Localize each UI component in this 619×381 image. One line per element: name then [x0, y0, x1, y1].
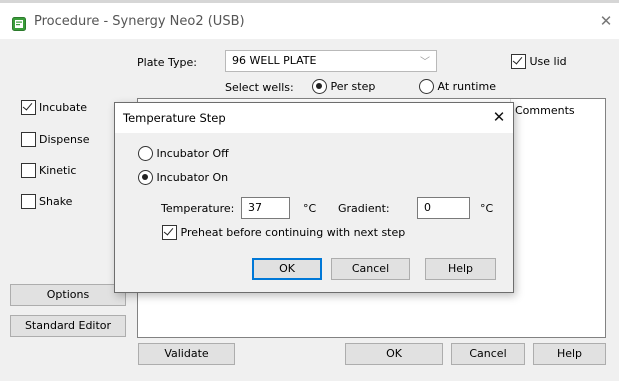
- incubate-label: Incubate: [39, 101, 88, 114]
- procedure-ok-button[interactable]: OK: [345, 343, 443, 365]
- incubator-off-radio[interactable]: Incubator Off: [138, 146, 229, 161]
- kinetic-check-icon: [21, 163, 36, 178]
- per-step-radio-icon: [312, 79, 327, 94]
- shake-checkbox[interactable]: Shake: [21, 194, 72, 210]
- select-wells-label: Select wells:: [225, 81, 294, 94]
- plate-type-select[interactable]: 96 WELL PLATE ﹀: [225, 50, 437, 72]
- incubator-on-label: Incubator On: [156, 171, 229, 184]
- temperature-step-dialog: Temperature Step ✕ Incubator Off Incubat…: [114, 102, 514, 293]
- incubator-off-label: Incubator Off: [156, 147, 229, 160]
- plate-type-value: 96 WELL PLATE: [232, 54, 317, 67]
- incubate-checkbox[interactable]: Incubate: [21, 100, 87, 116]
- dispense-checkbox[interactable]: Dispense: [21, 132, 89, 148]
- incubator-off-radio-icon: [138, 146, 153, 161]
- validate-button[interactable]: Validate: [138, 343, 235, 365]
- preheat-checkbox[interactable]: Preheat before continuing with next step: [162, 225, 405, 240]
- procedure-app-icon: [12, 17, 26, 31]
- procedure-help-button[interactable]: Help: [533, 343, 606, 365]
- comments-column-header[interactable]: Comments: [510, 99, 602, 123]
- shake-check-icon: [21, 194, 36, 209]
- preheat-label: Preheat before continuing with next step: [180, 226, 406, 239]
- shake-label: Shake: [39, 195, 73, 208]
- temperature-label: Temperature:: [161, 202, 235, 215]
- dispense-check-icon: [21, 132, 36, 147]
- temperature-unit: °C: [303, 202, 317, 215]
- at-runtime-radio[interactable]: At runtime: [419, 79, 496, 94]
- incubator-on-radio[interactable]: Incubator On: [138, 170, 228, 185]
- per-step-radio[interactable]: Per step: [312, 79, 375, 94]
- window-title: Procedure - Synergy Neo2 (USB): [34, 14, 245, 29]
- plate-type-label: Plate Type:: [137, 56, 197, 69]
- chevron-down-icon: ﹀: [420, 57, 430, 68]
- dispense-label: Dispense: [39, 133, 90, 146]
- dialog-cancel-button[interactable]: Cancel: [331, 258, 410, 280]
- incubator-on-radio-icon: [138, 170, 153, 185]
- use-lid-check-icon: [511, 54, 526, 69]
- temperature-input[interactable]: 37: [241, 197, 290, 219]
- gradient-input[interactable]: 0: [417, 197, 470, 219]
- incubate-check-icon: [21, 100, 36, 115]
- use-lid-label: Use lid: [529, 55, 567, 68]
- kinetic-checkbox[interactable]: Kinetic: [21, 163, 76, 179]
- window-close-icon[interactable]: ✕: [598, 13, 614, 29]
- use-lid-checkbox[interactable]: Use lid: [511, 54, 567, 69]
- title-bar: Procedure - Synergy Neo2 (USB) ✕: [0, 3, 619, 39]
- dialog-title: Temperature Step: [123, 111, 226, 125]
- gradient-label: Gradient:: [338, 202, 390, 215]
- at-runtime-radio-icon: [419, 79, 434, 94]
- dialog-ok-button[interactable]: OK: [252, 258, 322, 280]
- procedure-cancel-button[interactable]: Cancel: [451, 343, 525, 365]
- options-button[interactable]: Options: [10, 284, 126, 306]
- per-step-label: Per step: [330, 80, 376, 93]
- standard-editor-button[interactable]: Standard Editor: [10, 315, 126, 337]
- at-runtime-label: At runtime: [437, 80, 496, 93]
- preheat-check-icon: [162, 225, 177, 240]
- dialog-title-bar: Temperature Step ✕: [115, 103, 513, 133]
- dialog-help-button[interactable]: Help: [425, 258, 496, 280]
- kinetic-label: Kinetic: [39, 164, 77, 177]
- gradient-unit: °C: [480, 202, 494, 215]
- dialog-close-icon[interactable]: ✕: [491, 108, 507, 126]
